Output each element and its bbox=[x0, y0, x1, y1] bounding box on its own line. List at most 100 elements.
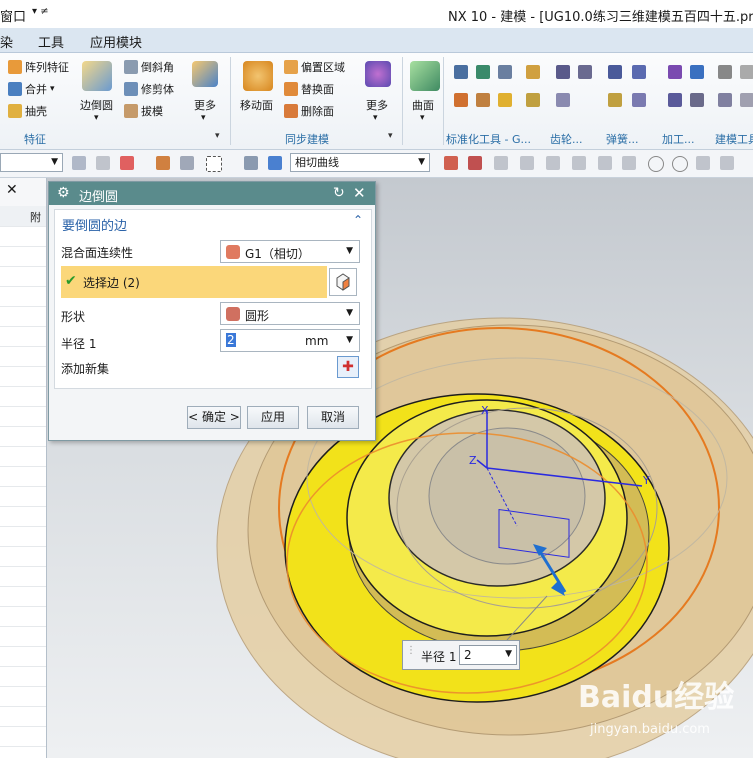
select-tool-icon[interactable] bbox=[156, 156, 170, 170]
select-tool-icon[interactable] bbox=[72, 156, 86, 170]
list-item[interactable] bbox=[0, 606, 46, 627]
snap-point-icon[interactable] bbox=[120, 156, 134, 170]
delete-face-button[interactable]: 删除面 bbox=[284, 103, 334, 119]
list-item[interactable] bbox=[0, 486, 46, 507]
curve-rule-dropdown[interactable]: 相切曲线 ▼ bbox=[290, 153, 430, 172]
list-item[interactable] bbox=[0, 326, 46, 347]
reset-icon[interactable]: ↻ bbox=[333, 185, 345, 201]
tool-icon[interactable] bbox=[608, 65, 622, 79]
float-radius-value[interactable]: 2 bbox=[464, 648, 472, 662]
feature-more-dropdown-icon[interactable]: ▾ bbox=[201, 113, 206, 123]
tool-icon[interactable] bbox=[740, 93, 753, 107]
select-tool-icon[interactable] bbox=[96, 156, 110, 170]
select-tool-icon[interactable] bbox=[444, 156, 458, 170]
select-tool-icon[interactable] bbox=[468, 156, 482, 170]
list-item[interactable] bbox=[0, 406, 46, 427]
tool-icon[interactable] bbox=[690, 65, 704, 79]
list-item[interactable] bbox=[0, 466, 46, 487]
chamfer-button[interactable]: 倒斜角 bbox=[124, 59, 174, 75]
snap-center-icon[interactable] bbox=[648, 156, 664, 172]
ok-button[interactable]: < 确定 > bbox=[187, 406, 241, 429]
gear-icon[interactable]: ⚙ bbox=[57, 185, 70, 201]
replace-face-button[interactable]: 替换面 bbox=[284, 81, 334, 97]
list-item[interactable] bbox=[0, 266, 46, 287]
edge-blend-dropdown-icon[interactable]: ▾ bbox=[94, 113, 99, 123]
tool-icon[interactable] bbox=[668, 93, 682, 107]
list-item[interactable] bbox=[0, 506, 46, 527]
snap-quadrant-icon[interactable] bbox=[672, 156, 688, 172]
tool-icon[interactable] bbox=[556, 65, 570, 79]
surface-dropdown-icon[interactable]: ▾ bbox=[420, 113, 425, 123]
list-item[interactable] bbox=[0, 726, 46, 747]
list-item[interactable] bbox=[0, 706, 46, 727]
group-label-spring[interactable]: 弹簧... bbox=[606, 131, 639, 147]
tool-icon[interactable] bbox=[454, 93, 468, 107]
list-item[interactable] bbox=[0, 426, 46, 447]
tool-icon[interactable] bbox=[718, 93, 732, 107]
list-item[interactable] bbox=[0, 386, 46, 407]
sync-group-expand-icon[interactable]: ▾ bbox=[388, 131, 393, 141]
group-label-standard-tools[interactable]: 标准化工具 - G... bbox=[446, 131, 531, 147]
radius-value[interactable]: 2 bbox=[226, 333, 236, 347]
cancel-button[interactable]: 取消 bbox=[307, 406, 359, 429]
tool-icon[interactable] bbox=[476, 93, 490, 107]
tool-icon[interactable] bbox=[578, 65, 592, 79]
list-item[interactable] bbox=[0, 686, 46, 707]
draft-button[interactable]: 拔模 bbox=[124, 103, 163, 119]
close-icon[interactable]: ✕ bbox=[6, 182, 18, 198]
type-filter-dropdown[interactable]: ▼ bbox=[0, 153, 63, 172]
list-item[interactable] bbox=[0, 646, 46, 667]
select-tool-icon[interactable] bbox=[180, 156, 194, 170]
tool-icon[interactable] bbox=[632, 93, 646, 107]
snap-icon[interactable] bbox=[598, 156, 612, 170]
tool-icon[interactable] bbox=[690, 93, 704, 107]
blend-continuity-dropdown[interactable]: G1（相切） ▼ bbox=[220, 240, 360, 263]
tool-icon[interactable] bbox=[718, 65, 732, 79]
pattern-feature-button[interactable]: 阵列特征 bbox=[8, 59, 69, 75]
list-item[interactable] bbox=[0, 526, 46, 547]
unite-dropdown-icon[interactable]: ▾ bbox=[50, 84, 55, 94]
tool-icon[interactable] bbox=[498, 65, 512, 79]
list-item[interactable] bbox=[0, 666, 46, 687]
list-item[interactable] bbox=[0, 226, 46, 247]
tool-icon[interactable] bbox=[498, 93, 512, 107]
quick-access-arrow-icon[interactable]: ▾ ≠ bbox=[32, 6, 49, 17]
drag-grip-icon[interactable]: ⋮ bbox=[406, 645, 416, 656]
list-item[interactable] bbox=[0, 286, 46, 307]
group-label-machining[interactable]: 加工... bbox=[662, 131, 695, 147]
list-item[interactable] bbox=[0, 446, 46, 467]
list-item[interactable] bbox=[0, 306, 46, 327]
tool-icon[interactable] bbox=[476, 65, 490, 79]
tool-icon[interactable] bbox=[556, 93, 570, 107]
group-label-gear[interactable]: 齿轮... bbox=[550, 131, 583, 147]
window-menu-fragment[interactable]: 窗口 bbox=[0, 6, 26, 25]
select-tool-icon[interactable] bbox=[268, 156, 282, 170]
tool-icon[interactable] bbox=[608, 93, 622, 107]
tool-icon[interactable] bbox=[668, 65, 682, 79]
select-edge-row[interactable]: ✔ 选择边 (2) bbox=[61, 266, 327, 298]
collapse-chevron-icon[interactable]: ⌃ bbox=[353, 213, 363, 227]
list-item[interactable] bbox=[0, 566, 46, 587]
tool-icon[interactable] bbox=[740, 65, 753, 79]
section-title[interactable]: 要倒圆的边 bbox=[62, 215, 127, 234]
snap-icon[interactable] bbox=[720, 156, 734, 170]
offset-region-button[interactable]: 偏置区域 bbox=[284, 59, 345, 75]
snap-icon[interactable] bbox=[520, 156, 534, 170]
select-tool-icon[interactable] bbox=[244, 156, 258, 170]
snap-icon[interactable] bbox=[622, 156, 636, 170]
rectangle-select-icon[interactable] bbox=[206, 156, 222, 172]
group-label-modeling-tools[interactable]: 建模工具 bbox=[715, 131, 753, 147]
list-item[interactable] bbox=[0, 586, 46, 607]
menu-item-application[interactable]: 应用模块 bbox=[90, 32, 142, 51]
dialog-title-bar[interactable]: ⚙ 边倒圆 ↻ ✕ bbox=[49, 182, 375, 205]
snap-icon[interactable] bbox=[494, 156, 508, 170]
apply-button[interactable]: 应用 bbox=[247, 406, 299, 429]
shape-dropdown[interactable]: 圆形 ▼ bbox=[220, 302, 360, 325]
tool-icon[interactable] bbox=[526, 93, 540, 107]
menu-item-render[interactable]: 染 bbox=[0, 32, 13, 51]
snap-icon[interactable] bbox=[546, 156, 560, 170]
chevron-down-icon[interactable]: ▼ bbox=[346, 335, 353, 345]
add-new-set-button[interactable]: ✚ bbox=[337, 356, 359, 378]
list-item[interactable] bbox=[0, 246, 46, 267]
list-item[interactable] bbox=[0, 626, 46, 647]
